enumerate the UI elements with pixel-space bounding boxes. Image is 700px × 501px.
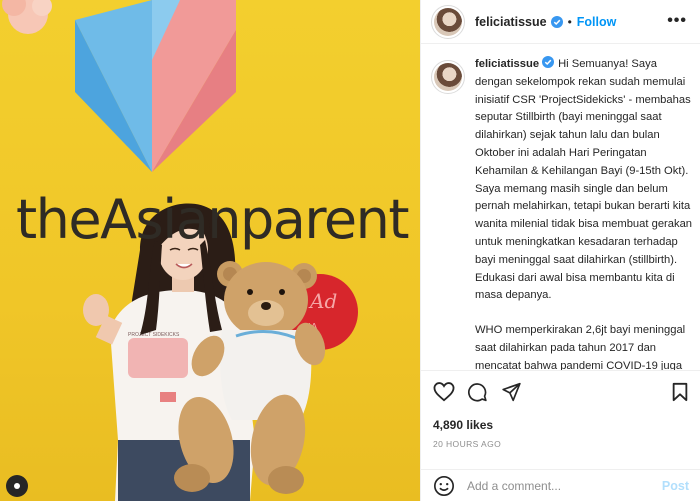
caption-avatar[interactable]: [431, 60, 465, 94]
caption-paragraph-1: Hi Semuanya! Saya dengan sekelompok reka…: [475, 58, 693, 302]
action-bar: [421, 370, 700, 408]
caption-paragraph-2: WHO memperkirakan 2,6jt bayi meninggal s…: [475, 324, 686, 370]
header-username[interactable]: feliciatissue: [475, 15, 547, 29]
paper-plane-icon[interactable]: [501, 382, 522, 402]
comment-icon[interactable]: [467, 382, 488, 402]
sign-text: Ad: [308, 289, 337, 313]
follow-button[interactable]: Follow: [577, 15, 617, 29]
bookmark-icon[interactable]: [671, 382, 689, 402]
caption-username[interactable]: feliciatissue: [475, 58, 539, 70]
smiley-icon[interactable]: [433, 475, 455, 497]
flower-decoration: [2, 0, 52, 34]
post-photo[interactable]: Ad IA PROJECT SIDEKICKS: [0, 0, 420, 501]
post-timestamp[interactable]: 20 HOURS AGO: [433, 439, 501, 449]
header-separator: •: [567, 14, 572, 29]
verified-badge-icon: [550, 15, 563, 28]
comment-bar: Post: [421, 469, 700, 501]
verified-badge-icon: [542, 56, 555, 68]
brand-wall-text: theAsianparent: [16, 188, 410, 251]
caption-scroll-area[interactable]: feliciatissue Hi Semuanya! Saya dengan se…: [421, 56, 700, 370]
post-comment-button[interactable]: Post: [662, 479, 689, 493]
avatar[interactable]: [431, 4, 465, 39]
likes-count[interactable]: 4,890 likes: [433, 418, 493, 432]
shirt-text: PROJECT SIDEKICKS: [128, 332, 180, 338]
more-options-icon[interactable]: •••: [667, 12, 687, 30]
caption: feliciatissue Hi Semuanya! Saya dengan se…: [475, 56, 695, 370]
heart-logo: [75, 0, 236, 172]
carousel-dot-icon[interactable]: [6, 475, 28, 497]
post-side-panel: feliciatissue • Follow ••• feliciatissue…: [420, 0, 700, 501]
post-header: feliciatissue • Follow •••: [421, 0, 700, 44]
caption-row: feliciatissue Hi Semuanya! Saya dengan se…: [421, 56, 700, 370]
heart-icon[interactable]: [433, 382, 455, 402]
comment-input[interactable]: [467, 478, 657, 493]
